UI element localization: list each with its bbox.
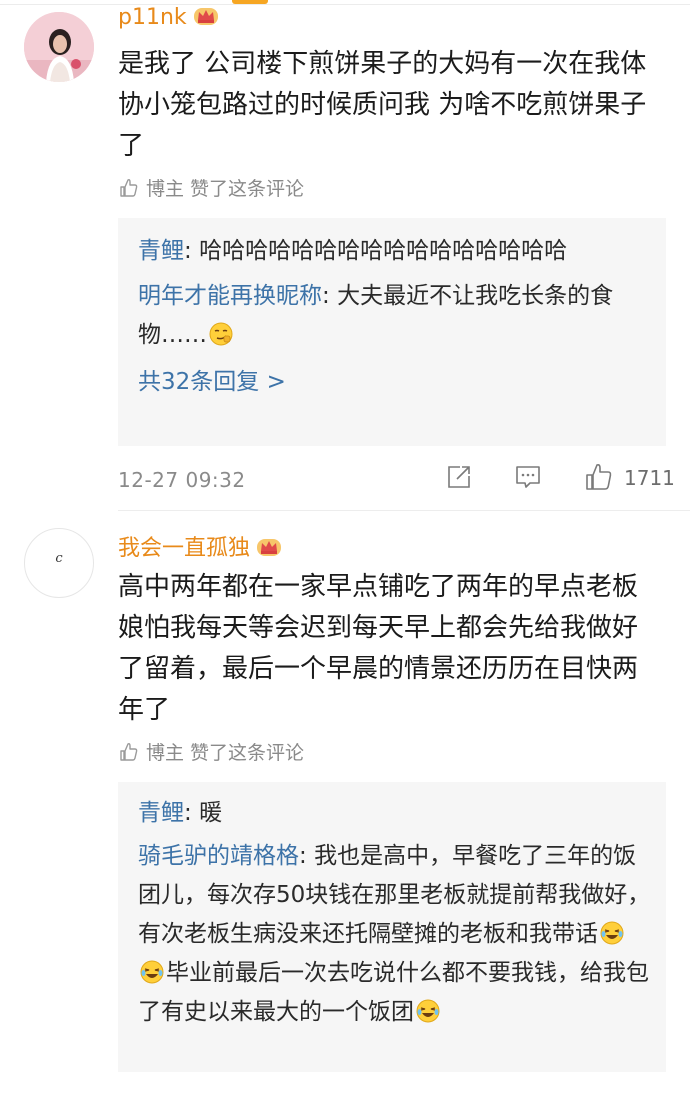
reply-author[interactable]: 明年才能再换昵称 [138,283,322,309]
thumb-up-icon [120,178,138,197]
timestamp: 12-27 09:32 [118,468,246,492]
avatar-photo [24,12,94,82]
top-divider [0,4,690,5]
comment-icon[interactable] [513,462,543,492]
comment-username[interactable]: 我会一直孤独 [118,530,282,562]
author-liked-note: 博主 赞了这条评论 [118,174,304,201]
tab-indicator [232,0,268,4]
comment-divider [118,510,690,511]
reply-item: 青鲤: 暖 [118,794,666,833]
author-liked-note: 博主 赞了这条评论 [118,738,304,765]
reply-separator: : [184,800,200,826]
reply-separator: : [322,283,338,309]
liked-text: 博主 赞了这条评论 [146,742,305,764]
liked-text: 博主 赞了这条评论 [146,178,305,200]
reply-author[interactable]: 青鲤 [138,800,184,826]
reply-text-continued: 毕业前最后一次去吃说什么都不要我钱，给我包了有史以来最大的一个饭团 [138,960,649,1025]
thumb-up-icon [120,742,138,761]
crown-badge-icon [193,8,218,25]
like-icon[interactable] [584,462,614,492]
reply-text: 哈哈哈哈哈哈哈哈哈哈哈哈哈哈哈哈 [199,238,568,264]
more-replies-link[interactable]: 共32条回复 > [118,361,666,403]
laughing-tears-emoji [600,921,624,945]
reply-separator: : [184,238,200,264]
comment-username[interactable]: p11nk [118,5,219,30]
comment-text: 是我了 公司楼下煎饼果子的大妈有一次在我体协小笼包路过的时候质问我 为啥不吃煎饼… [118,49,647,161]
like-count: 1711 [624,466,675,490]
laughing-tears-emoji [140,960,164,984]
smirk-emoji [209,322,233,346]
reply-item: 青鲤: 哈哈哈哈哈哈哈哈哈哈哈哈哈哈哈哈 [118,232,666,271]
avatar[interactable]: c [24,528,94,598]
reply-box[interactable]: 青鲤: 暖 骑毛驴的靖格格: 我也是高中，早餐吃了三年的饭团儿，每次存50块钱在… [118,782,666,1072]
username-text[interactable]: p11nk [118,5,187,30]
laughing-tears-emoji [416,999,440,1023]
reply-author[interactable]: 骑毛驴的靖格格 [138,843,299,869]
reply-box[interactable]: 青鲤: 哈哈哈哈哈哈哈哈哈哈哈哈哈哈哈哈 明年才能再换昵称: 大夫最近不让我吃长… [118,218,666,446]
avatar-letter: c [55,551,63,566]
reply-author[interactable]: 青鲤 [138,238,184,264]
reply-item: 明年才能再换昵称: 大夫最近不让我吃长条的食物…… [118,277,666,355]
comment-text: 高中两年都在一家早点铺吃了两年的早点老板娘怕我每天等会迟到每天早上都会先给我做好… [118,572,639,725]
share-icon[interactable] [444,462,474,492]
reply-text: 暖 [199,800,223,826]
comment-actions: 12-27 09:32 1711 [118,460,675,500]
reply-item: 骑毛驴的靖格格: 我也是高中，早餐吃了三年的饭团儿，每次存50块钱在那里老板就提… [118,837,666,1032]
top-edge [0,0,690,6]
avatar[interactable] [24,12,94,82]
username-text[interactable]: 我会一直孤独 [118,536,250,561]
reply-separator: : [299,843,315,869]
crown-badge-icon [257,539,282,556]
